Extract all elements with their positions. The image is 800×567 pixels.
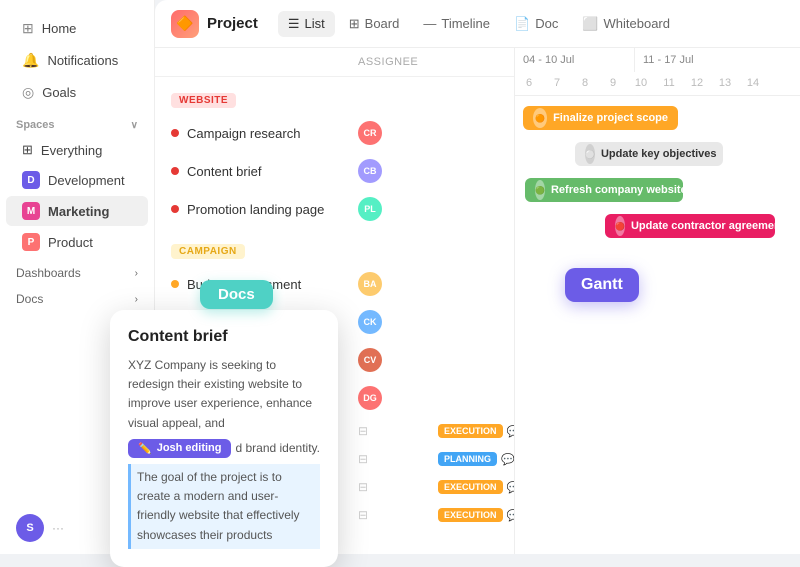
sidebar-item-marketing[interactable]: M Marketing	[6, 196, 148, 226]
bell-icon: 🔔	[22, 52, 39, 69]
sidebar-product-label: Product	[48, 235, 93, 250]
chevron-right-icon2: ›	[135, 294, 138, 305]
task-item[interactable]: Campaign research CR	[155, 114, 514, 152]
sidebar-item-notifications[interactable]: 🔔 Notifications	[6, 45, 148, 76]
gantt-day: 13	[711, 72, 739, 96]
tab-whiteboard[interactable]: ⬜ Whiteboard	[572, 11, 680, 37]
marketing-icon: M	[22, 202, 40, 220]
docs-highlight-text: The goal of the project is to create a m…	[128, 464, 320, 549]
board-icon: ⊞	[349, 16, 360, 32]
assignee-avatar: CK	[358, 310, 382, 334]
sidebar-goals-label: Goals	[42, 85, 76, 100]
assignee-avatar: CB	[358, 159, 382, 183]
gantt-bar-objectives[interactable]: ⚪ Update key objectives	[575, 142, 723, 166]
tab-list[interactable]: ☰ List	[278, 11, 335, 37]
chevron-down-icon: ∨	[131, 120, 138, 131]
sidebar-item-development[interactable]: D Development	[6, 165, 148, 195]
assignee-avatar: DG	[358, 386, 382, 410]
gantt-bar-website[interactable]: 🟢 Refresh company website	[525, 178, 683, 202]
assignee-avatar: CR	[358, 121, 382, 145]
assignee-avatar: CV	[358, 348, 382, 372]
gantt-day: 8	[571, 72, 599, 96]
sidebar-development-label: Development	[48, 173, 125, 188]
tab-timeline[interactable]: — Timeline	[413, 11, 500, 36]
gantt-day: 14	[739, 72, 767, 96]
gantt-header: 04 - 10 Jul 11 - 17 Jul 6 7 8 9 10 11 12…	[515, 48, 800, 96]
chevron-right-icon: ›	[135, 268, 138, 279]
goals-icon: ◎	[22, 84, 34, 101]
editing-bar: ✏️ Josh editing	[128, 439, 231, 458]
docs-card: Content brief XYZ Company is seeking to …	[110, 310, 338, 567]
gantt-bars: 🟠 Finalize project scope ⚪ Update key ob…	[515, 96, 800, 248]
task-item[interactable]: Content brief CB	[155, 152, 514, 190]
docs-continued-text: d brand identity.	[235, 439, 320, 458]
sidebar-home-label: Home	[42, 21, 77, 36]
assignee-avatar: BA	[358, 272, 382, 296]
avatar[interactable]: S	[16, 514, 44, 542]
task-item[interactable]: Promotion landing page PL	[155, 190, 514, 228]
top-nav: 🔶 Project ☰ List ⊞ Board — Timeline 📄 Do…	[155, 0, 800, 48]
gantt-day: 12	[683, 72, 711, 96]
docs-section[interactable]: Docs ›	[0, 284, 154, 310]
list-icon: ☰	[288, 16, 300, 32]
campaign-badge: CAMPAIGN	[171, 244, 245, 259]
spaces-section: Spaces ∨	[0, 109, 154, 135]
gantt-day: 10	[627, 72, 655, 96]
timeline-icon: —	[423, 16, 436, 31]
tab-doc[interactable]: 📄 Doc	[504, 11, 568, 37]
sidebar-notifications-label: Notifications	[47, 53, 118, 68]
week-label-1: 04 - 10 Jul	[515, 48, 635, 72]
gantt-row: 🔴 Update contractor agreement	[515, 208, 800, 244]
docs-label-bubble: Docs	[200, 280, 273, 309]
dashboards-section[interactable]: Dashboards ›	[0, 258, 154, 284]
docs-card-text: XYZ Company is seeking to redesign their…	[128, 356, 320, 433]
website-badge: WEBSITE	[171, 93, 236, 108]
task-dot	[171, 205, 179, 213]
docs-float-container: Docs Content brief XYZ Company is seekin…	[110, 310, 338, 567]
gantt-bar-contractor[interactable]: 🔴 Update contractor agreement	[605, 214, 775, 238]
gantt-day: 7	[543, 72, 571, 96]
tab-board[interactable]: ⊞ Board	[339, 11, 410, 37]
sidebar-item-goals[interactable]: ◎ Goals	[6, 77, 148, 108]
task-dot	[171, 280, 179, 288]
whiteboard-icon: ⬜	[582, 16, 598, 32]
section-website: WEBSITE Campaign research CR Content bri…	[155, 85, 514, 228]
project-title: Project	[207, 15, 258, 32]
sidebar-item-everything[interactable]: ⊞ Everything	[6, 136, 148, 164]
task-dot	[171, 129, 179, 137]
assignee-avatar: PL	[358, 197, 382, 221]
gantt-tooltip: Gantt	[565, 268, 639, 302]
gantt-bar-finalize[interactable]: 🟠 Finalize project scope	[523, 106, 678, 130]
docs-card-title: Content brief	[128, 328, 320, 346]
sidebar-item-home[interactable]: ⊞ Home	[6, 13, 148, 44]
task-dot	[171, 167, 179, 175]
gantt-day: 11	[655, 72, 683, 96]
sidebar-marketing-label: Marketing	[48, 204, 109, 219]
doc-icon: 📄	[514, 16, 530, 32]
gantt-day: 6	[515, 72, 543, 96]
assignee-col-header: ASSIGNEE	[358, 56, 438, 68]
gantt-row: 🟠 Finalize project scope	[515, 100, 800, 136]
more-dots-icon[interactable]: ···	[52, 521, 64, 535]
development-icon: D	[22, 171, 40, 189]
gantt-day: 9	[599, 72, 627, 96]
gantt-panel: 04 - 10 Jul 11 - 17 Jul 6 7 8 9 10 11 12…	[515, 48, 800, 554]
product-icon: P	[22, 233, 40, 251]
project-icon: 🔶	[171, 10, 199, 38]
week-label-2: 11 - 17 Jul	[635, 48, 702, 72]
list-header: ASSIGNEE	[155, 48, 514, 77]
edit-pencil-icon: ✏️	[138, 442, 152, 455]
sidebar-everything-label: Everything	[41, 143, 102, 158]
gantt-row: ⚪ Update key objectives	[515, 136, 800, 172]
home-icon: ⊞	[22, 20, 34, 37]
everything-icon: ⊞	[22, 142, 33, 158]
sidebar-item-product[interactable]: P Product	[6, 227, 148, 257]
gantt-row: 🟢 Refresh company website	[515, 172, 800, 208]
